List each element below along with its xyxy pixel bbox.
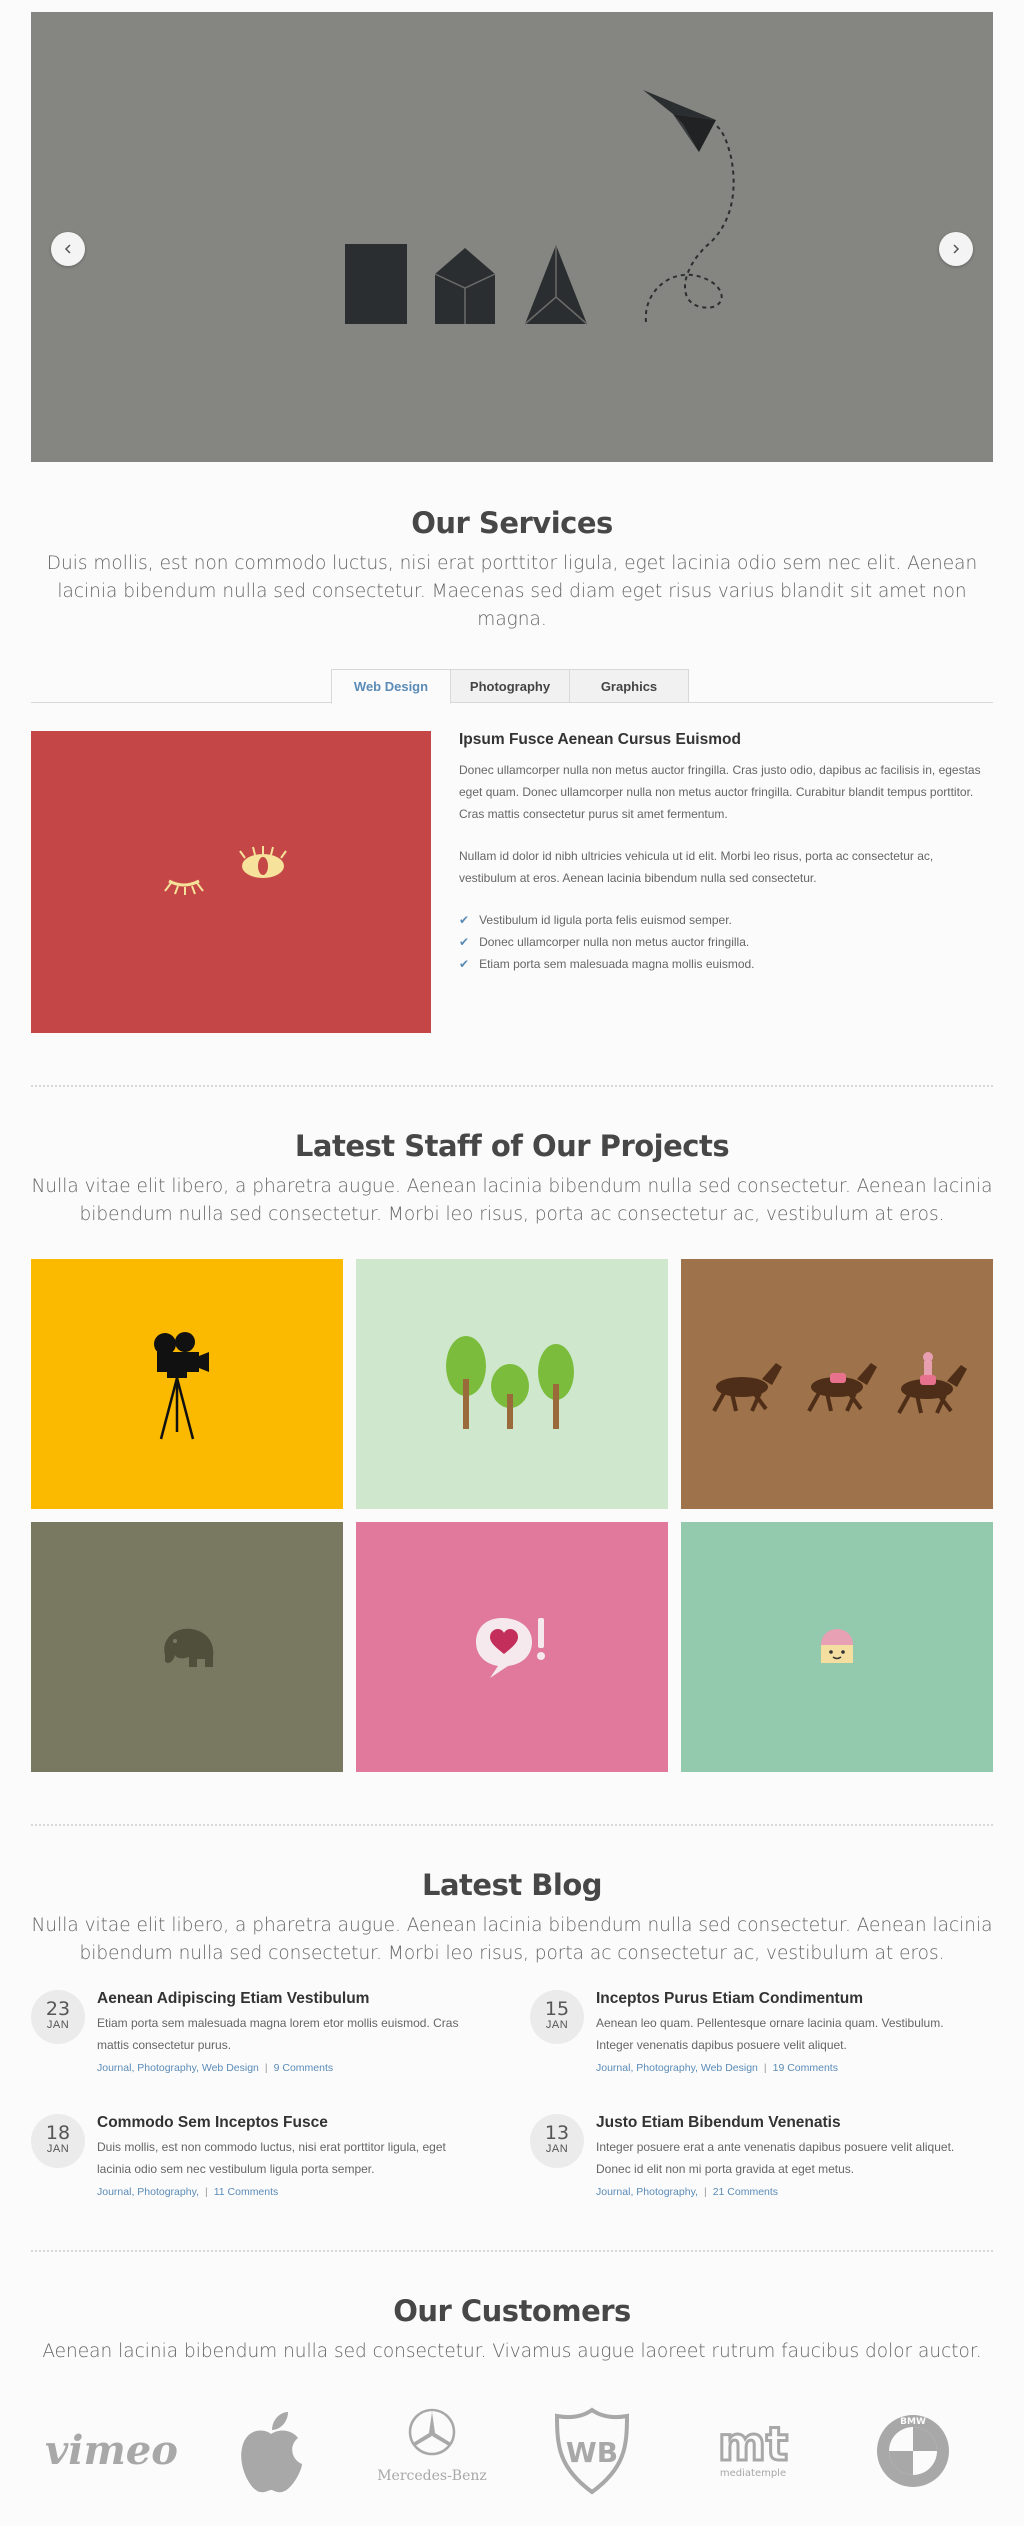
post-title[interactable]: Commodo Sem Inceptos Fusce (97, 2114, 477, 2132)
post-comments-link[interactable]: 21 Comments (713, 2186, 778, 2198)
paper-plane-icon (643, 90, 716, 152)
horses-icon (712, 1352, 967, 1414)
post-meta: Journal, Photography, Web Design | 19 Comm… (596, 2062, 838, 2074)
post-meta: Journal, Photography, | 11 Comments (97, 2186, 279, 2198)
slider-next-button[interactable] (939, 232, 973, 266)
chevron-right-icon (953, 244, 960, 254)
post-excerpt: Duis mollis, est non commodo luctus, nis… (97, 2140, 446, 2176)
svg-text:Mercedes-Benz: Mercedes-Benz (377, 2468, 487, 2484)
post-date: 13 JAN (530, 2114, 584, 2168)
movie-camera-icon (154, 1332, 209, 1440)
svg-text:WB: WB (566, 2436, 618, 2469)
service-paragraph-2: Nullam id dolor id nibh ultricies vehicu… (459, 849, 934, 885)
blog-section-header: Latest Blog Nulla vitae elit libero, a p… (31, 1868, 993, 1968)
section-divider (31, 2250, 993, 2252)
post-categories-link[interactable]: Journal, Photography, Web Design (97, 2062, 259, 2074)
chevron-left-icon (64, 244, 71, 254)
list-item: ✔ Vestibulum id ligula porta felis euismo… (459, 909, 993, 931)
post-title[interactable]: Aenean Adipiscing Etiam Vestibulum (97, 1990, 477, 2008)
winking-eyes-icon (164, 846, 287, 895)
svg-text:BMW: BMW (900, 2417, 926, 2427)
post-meta: Journal, Photography, Web Design | 9 Comme… (97, 2062, 334, 2074)
svg-text:vimeo: vimeo (45, 2427, 178, 2474)
services-title: Our Services (411, 506, 613, 540)
service-image (31, 731, 431, 1033)
projects-grid (31, 1259, 993, 1772)
services-subtitle: Duis mollis, est non commodo luctus, nis… (46, 553, 978, 630)
section-divider (31, 1824, 993, 1826)
hero-slider (31, 12, 993, 462)
project-tile-elephant[interactable] (31, 1522, 343, 1772)
blog-subtitle: Nulla vitae elit libero, a pharetra augu… (31, 1915, 993, 1964)
blog-post: 23 JAN Aenean Adipiscing Etiam Vestibulu… (31, 1990, 530, 2074)
projects-subtitle: Nulla vitae elit libero, a pharetra augu… (31, 1176, 993, 1225)
post-categories-link[interactable]: Journal, Photography, (97, 2186, 199, 2198)
post-date: 18 JAN (31, 2114, 85, 2168)
check-icon: ✔ (459, 913, 470, 927)
project-tile-heart[interactable] (356, 1522, 668, 1772)
heart-speech-bubble-icon (476, 1618, 545, 1678)
blog-title: Latest Blog (421, 1868, 603, 1902)
post-title[interactable]: Justo Etiam Bibendum Venenatis (596, 2114, 976, 2132)
list-item: ✔ Etiam porta sem malesuada magna mollis … (459, 953, 993, 975)
customer-logos: vimeo Mercedes-Benz WB mt mediatemple BM… (31, 2396, 993, 2522)
project-tile-camera[interactable] (31, 1259, 343, 1509)
post-categories-link[interactable]: Journal, Photography, Web Design (596, 2062, 758, 2074)
block-shape (345, 244, 407, 324)
tab-graphics[interactable]: Graphics (569, 669, 689, 703)
svg-text:mediatemple: mediatemple (719, 2468, 785, 2479)
check-icon: ✔ (459, 957, 470, 971)
tab-photography[interactable]: Photography (450, 669, 570, 703)
cupcake-icon (821, 1629, 853, 1663)
customers-title: Our Customers (393, 2294, 631, 2328)
services-section-header: Our Services Duis mollis, est non commod… (31, 506, 993, 634)
blog-post: 15 JAN Inceptos Purus Etiam Condimentum … (530, 1990, 993, 2074)
elephant-icon (164, 1628, 214, 1667)
project-tile-trees[interactable] (356, 1259, 668, 1509)
mediatemple-logo[interactable]: mt mediatemple (673, 2396, 833, 2506)
post-comments-link[interactable]: 11 Comments (214, 2186, 279, 2198)
post-categories-link[interactable]: Journal, Photography, (596, 2186, 698, 2198)
post-date: 15 JAN (530, 1990, 584, 2044)
section-divider (31, 1085, 993, 1087)
project-tile-horses[interactable] (681, 1259, 993, 1509)
post-title[interactable]: Inceptos Purus Etiam Condimentum (596, 1990, 976, 2008)
service-heading: Ipsum Fusce Aenean Cursus Euismod (459, 731, 741, 748)
post-meta: Journal, Photography, | 21 Comments (596, 2186, 779, 2198)
customers-section-header: Our Customers Aenean lacinia bibendum nu… (31, 2294, 993, 2366)
service-checklist: ✔ Vestibulum id ligula porta felis euismo… (459, 909, 993, 975)
blog-post: 18 JAN Commodo Sem Inceptos Fusce Duis m… (31, 2114, 530, 2198)
svg-text:mt: mt (718, 2417, 788, 2471)
post-excerpt: Aenean leo quam. Pellentesque ornare lac… (596, 2016, 944, 2052)
slider-artwork (345, 90, 735, 325)
project-tile-cupcake[interactable] (681, 1522, 993, 1772)
projects-title: Latest Staff of Our Projects (294, 1129, 730, 1163)
check-icon: ✔ (459, 935, 470, 949)
post-date: 23 JAN (31, 1990, 85, 2044)
flight-path (644, 121, 735, 323)
post-excerpt: Integer posuere erat a ante venenatis da… (596, 2140, 955, 2176)
services-tabs: Web Design Photography Graphics (31, 669, 993, 704)
customers-subtitle: Aenean lacinia bibendum nulla sed consec… (42, 2341, 982, 2362)
list-item: ✔ Donec ullamcorper nulla non metus aucto… (459, 931, 993, 953)
bmw-logo[interactable]: BMW (833, 2396, 993, 2506)
post-comments-link[interactable]: 9 Comments (274, 2062, 334, 2074)
trees-icon (446, 1336, 574, 1429)
blog-post: 13 JAN Justo Etiam Bibendum Venenatis In… (530, 2114, 993, 2198)
warner-bros-logo[interactable]: WB (512, 2396, 672, 2506)
service-paragraph-1: Donec ullamcorper nulla non metus auctor… (459, 763, 981, 821)
blog-posts: 23 JAN Aenean Adipiscing Etiam Vestibulu… (31, 1990, 993, 2198)
vimeo-logo[interactable]: vimeo (31, 2396, 191, 2506)
tab-web-design[interactable]: Web Design (331, 669, 451, 704)
mercedes-benz-logo[interactable]: Mercedes-Benz (352, 2396, 512, 2506)
projects-section-header: Latest Staff of Our Projects Nulla vitae… (31, 1129, 993, 1229)
slider-prev-button[interactable] (51, 232, 85, 266)
tab-panel-web-design: Ipsum Fusce Aenean Cursus Euismod Donec … (31, 731, 993, 1033)
apple-logo[interactable] (191, 2396, 351, 2506)
post-excerpt: Etiam porta sem malesuada magna lorem et… (97, 2016, 459, 2052)
post-comments-link[interactable]: 19 Comments (773, 2062, 838, 2074)
